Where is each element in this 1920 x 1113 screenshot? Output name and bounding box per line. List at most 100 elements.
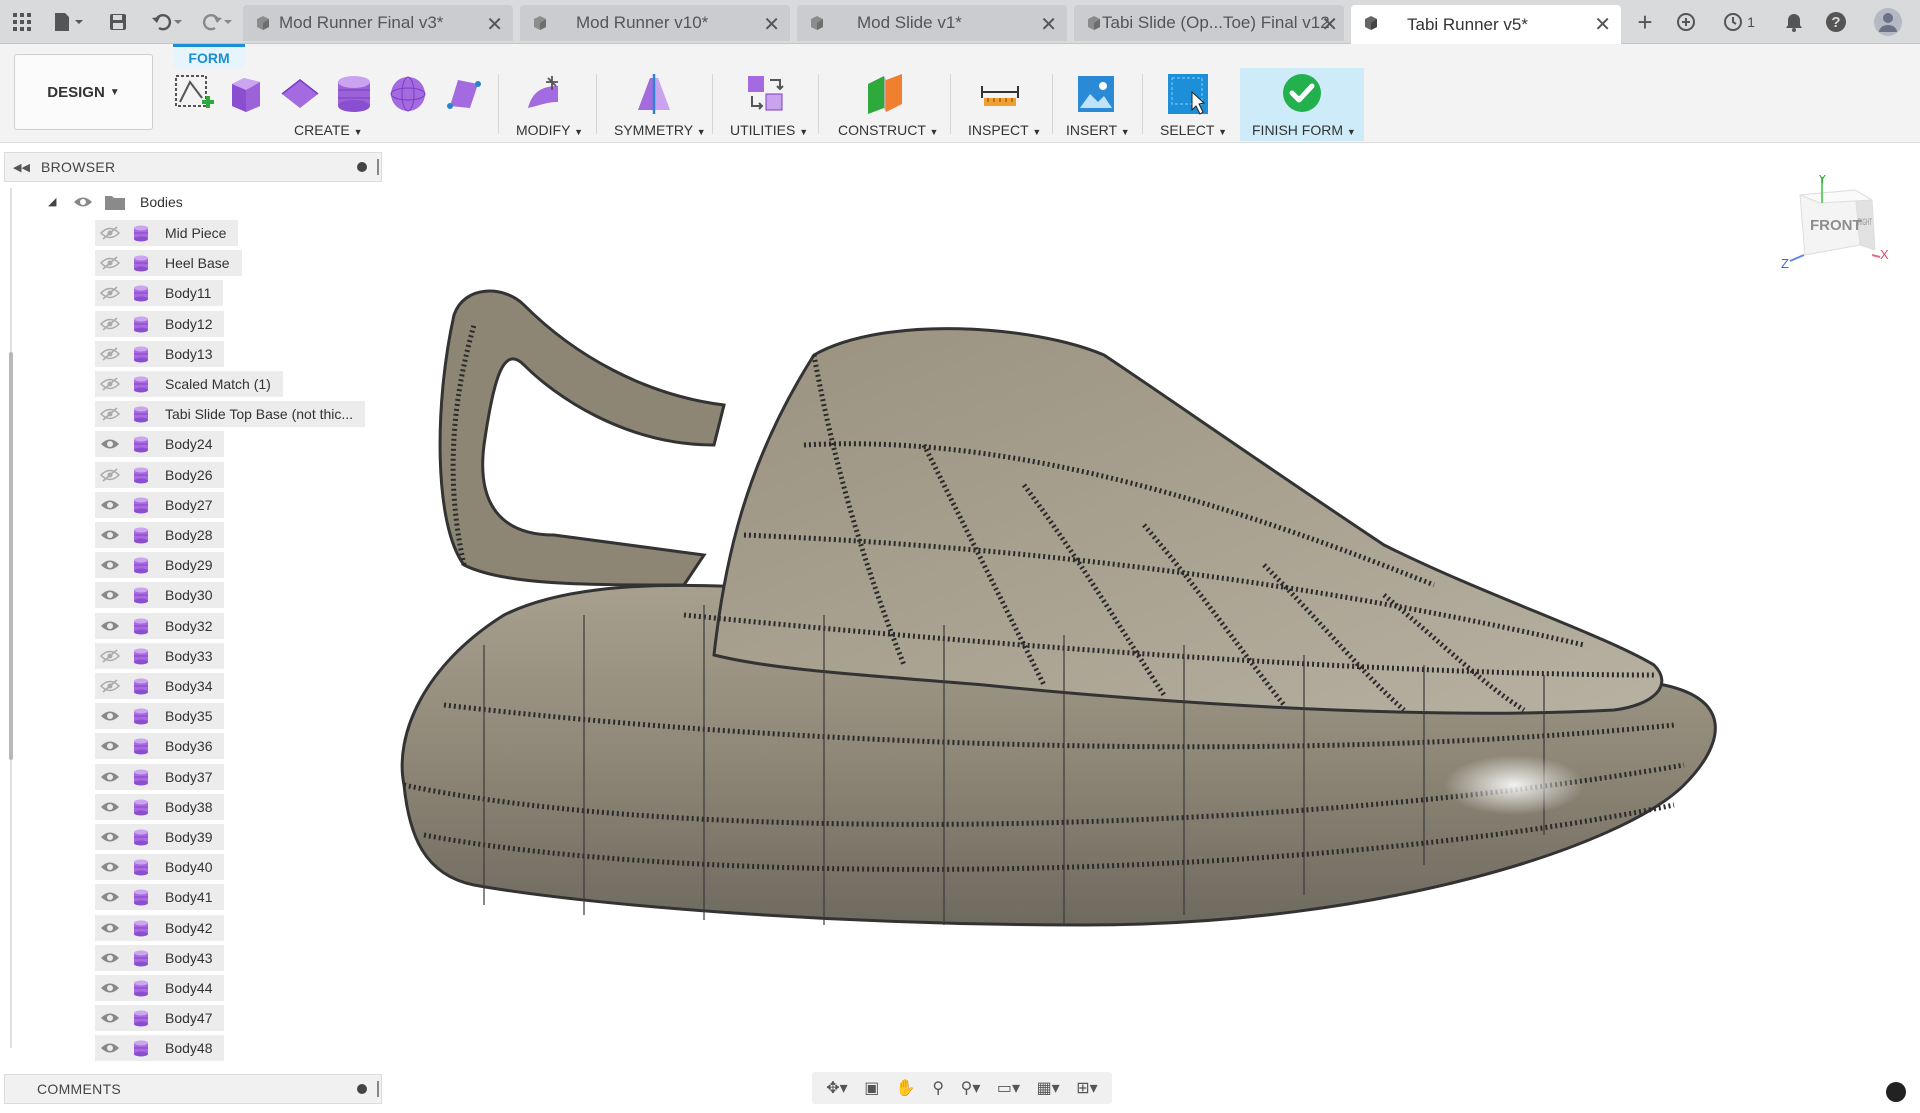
eye-icon[interactable] [95, 1042, 125, 1054]
close-icon[interactable]: ✕ [763, 12, 780, 37]
view-cube[interactable]: FRONT RIGHT Y X Z [1780, 171, 1890, 285]
browser-body-item[interactable]: Body12 [95, 310, 225, 337]
create-form-sketch-icon[interactable] [172, 72, 216, 116]
browser-body-item[interactable]: Body33 [95, 642, 225, 669]
grid-settings-icon[interactable]: ▦▾ [1037, 1078, 1060, 1098]
comments-panel[interactable]: COMMENTS [4, 1074, 382, 1104]
tab-form[interactable]: FORM [173, 44, 245, 68]
browser-body-item[interactable]: Body41 [95, 884, 225, 911]
eye-icon[interactable] [95, 771, 125, 783]
create-cylinder-icon[interactable] [332, 72, 376, 116]
inspect-group-label[interactable]: INSPECT ▼ [968, 122, 1041, 138]
help-icon[interactable]: ? [1822, 8, 1850, 36]
utilities-group-label[interactable]: UTILITIES ▼ [730, 122, 808, 138]
expand-triangle-icon[interactable]: ◢ [48, 195, 68, 208]
tab-mod-runner-v10[interactable]: Mod Runner v10* ✕ [520, 5, 790, 41]
finish-form-button[interactable]: FINISH FORM ▼ [1240, 68, 1364, 141]
pan-icon[interactable]: ✋ [896, 1078, 916, 1098]
browser-body-item[interactable]: Body37 [95, 763, 225, 790]
eye-icon[interactable] [95, 831, 125, 843]
select-icon[interactable] [1166, 72, 1210, 116]
browser-body-item[interactable]: Body40 [95, 854, 225, 881]
close-icon[interactable]: ✕ [1321, 12, 1338, 37]
insert-image-icon[interactable] [1074, 72, 1118, 116]
file-menu-icon[interactable] [48, 8, 88, 36]
orbit-icon[interactable]: ✥▾ [826, 1078, 847, 1098]
eye-hidden-icon[interactable] [95, 468, 125, 482]
panel-resize-handle[interactable] [377, 1081, 379, 1097]
eye-icon[interactable] [95, 529, 125, 541]
eye-icon[interactable] [95, 559, 125, 571]
modify-group-label[interactable]: MODIFY ▼ [516, 122, 583, 138]
browser-body-item[interactable]: Body36 [95, 733, 225, 760]
tab-mod-runner-final-v3[interactable]: Mod Runner Final v3* ✕ [243, 5, 513, 41]
create-quadball-icon[interactable] [440, 72, 484, 116]
canvas-viewport[interactable] [384, 145, 1920, 1113]
eye-icon[interactable] [95, 952, 125, 964]
browser-body-item[interactable]: Scaled Match (1) [95, 371, 283, 397]
eye-hidden-icon[interactable] [95, 347, 125, 361]
create-plane-icon[interactable] [278, 72, 322, 116]
browser-body-item[interactable]: Body29 [95, 552, 225, 579]
notifications-icon[interactable] [1780, 8, 1808, 36]
browser-body-item[interactable]: Body44 [95, 975, 225, 1001]
eye-hidden-icon[interactable] [95, 256, 125, 270]
construct-group-label[interactable]: CONSTRUCT ▼ [838, 122, 938, 138]
eye-hidden-icon[interactable] [95, 317, 125, 331]
browser-body-item[interactable]: Body42 [95, 914, 225, 941]
inspect-measure-icon[interactable] [978, 72, 1022, 116]
new-tab-icon[interactable]: + [1632, 7, 1658, 37]
tab-mod-slide-v1[interactable]: Mod Slide v1* ✕ [797, 5, 1067, 41]
collapse-panel-icon[interactable]: ◀◀ [13, 161, 31, 174]
close-icon[interactable]: ✕ [486, 12, 503, 37]
close-icon[interactable]: ✕ [1040, 12, 1057, 37]
browser-body-item[interactable]: Body38 [95, 793, 225, 820]
browser-body-item[interactable]: Body35 [95, 703, 225, 730]
browser-body-item[interactable]: Body28 [95, 522, 225, 548]
viewcube-right[interactable]: RIGHT [1858, 217, 1872, 227]
create-box-icon[interactable] [224, 72, 268, 116]
browser-body-item[interactable]: Mid Piece [95, 220, 239, 246]
eye-icon[interactable] [95, 499, 125, 511]
create-sphere-icon[interactable] [386, 72, 430, 116]
browser-scrollbar-thumb[interactable] [9, 352, 13, 760]
browser-body-item[interactable]: Body39 [95, 824, 225, 850]
browser-body-item[interactable]: Body47 [95, 1005, 225, 1032]
bodies-folder[interactable]: ◢ Bodies [48, 188, 183, 215]
eye-hidden-icon[interactable] [95, 286, 125, 300]
add-comment-icon[interactable] [357, 1084, 367, 1094]
close-icon[interactable]: ✕ [1594, 12, 1611, 37]
tab-tabi-slide-final-v12[interactable]: Tabi Slide (Op...Toe) Final v12 ✕ [1074, 5, 1344, 41]
symmetry-icon[interactable] [632, 72, 676, 116]
browser-body-item[interactable]: Body27 [95, 491, 225, 518]
create-group-label[interactable]: CREATE ▼ [294, 122, 363, 138]
select-group-label[interactable]: SELECT ▼ [1160, 122, 1227, 138]
browser-body-item[interactable]: Body30 [95, 582, 225, 609]
pin-icon[interactable] [357, 162, 367, 172]
panel-resize-handle[interactable] [377, 159, 379, 175]
viewcube-front[interactable]: FRONT [1810, 217, 1862, 234]
eye-hidden-icon[interactable] [95, 407, 125, 421]
browser-body-item[interactable]: Body13 [95, 340, 225, 367]
eye-icon[interactable] [68, 196, 98, 208]
symmetry-group-label[interactable]: SYMMETRY ▼ [614, 122, 706, 138]
app-grid-icon[interactable] [8, 8, 36, 36]
redo-icon[interactable] [196, 8, 236, 36]
browser-body-item[interactable]: Body48 [95, 1035, 225, 1062]
browser-body-item[interactable]: Body24 [95, 431, 225, 458]
workspace-switcher[interactable]: DESIGN ▼ [14, 54, 153, 130]
eye-icon[interactable] [95, 1012, 125, 1024]
eye-hidden-icon[interactable] [95, 226, 125, 240]
eye-icon[interactable] [95, 922, 125, 934]
fit-icon[interactable]: ⚲▾ [961, 1078, 981, 1098]
display-settings-icon[interactable]: ▭▾ [997, 1078, 1020, 1098]
browser-body-item[interactable]: Body11 [95, 280, 224, 307]
eye-hidden-icon[interactable] [95, 377, 125, 391]
eye-icon[interactable] [95, 982, 125, 994]
job-status-icon[interactable]: 1 [1716, 8, 1762, 36]
eye-hidden-icon[interactable] [95, 649, 125, 663]
eye-icon[interactable] [95, 801, 125, 813]
insert-group-label[interactable]: INSERT ▼ [1066, 122, 1130, 138]
browser-body-item[interactable]: Heel Base [95, 250, 242, 277]
tab-tabi-runner-v5[interactable]: Tabi Runner v5* ✕ [1351, 5, 1621, 44]
